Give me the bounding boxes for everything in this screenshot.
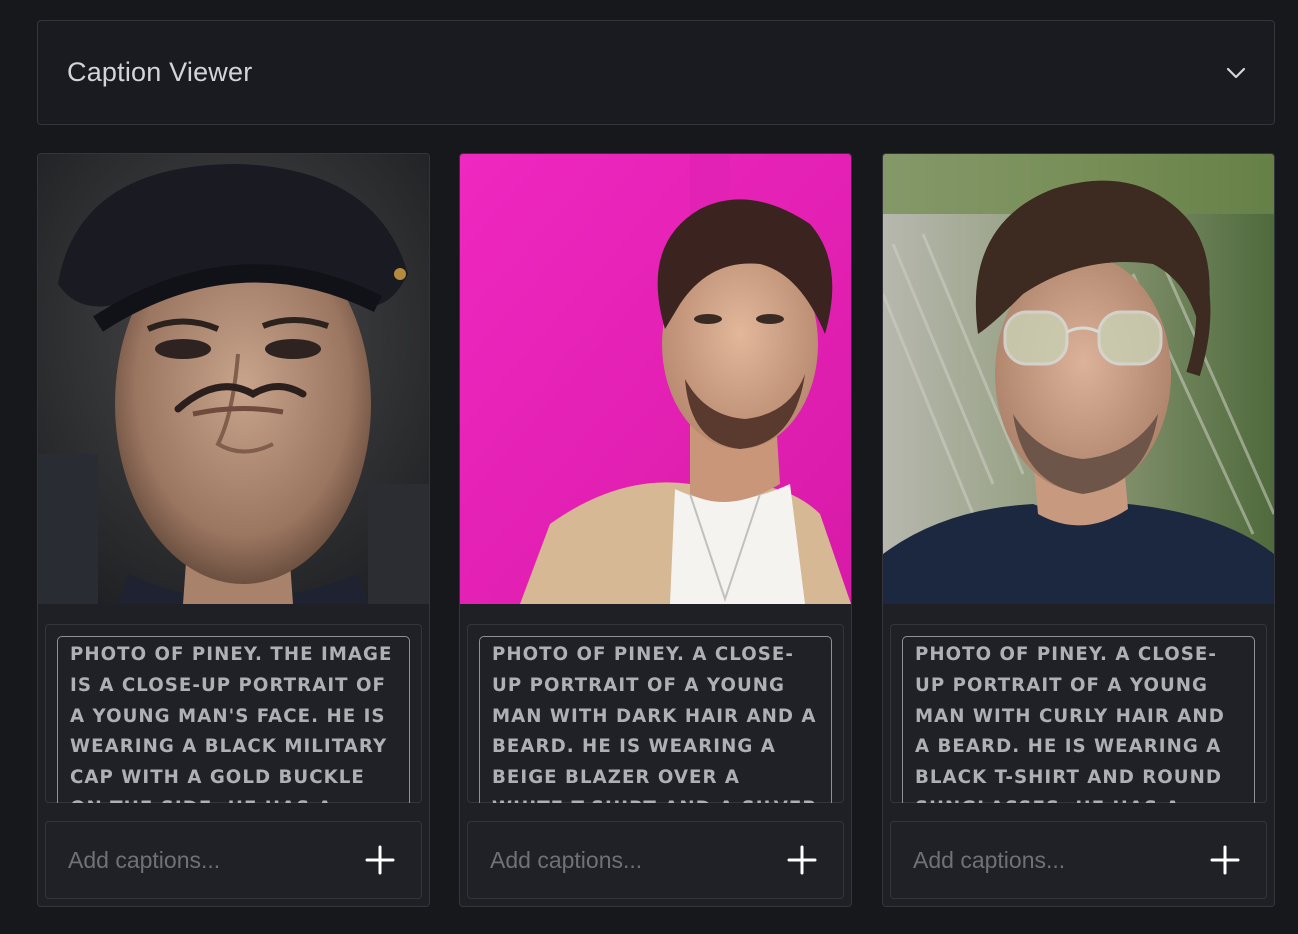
add-caption-input[interactable] — [913, 846, 1173, 874]
add-caption-input[interactable] — [68, 846, 328, 874]
caption-text-area[interactable]: PHOTO OF PINEY. A CLOSE-UP PORTRAIT OF A… — [890, 624, 1267, 803]
caption-card: PHOTO OF PINEY. THE IMAGE IS A CLOSE-UP … — [37, 153, 430, 907]
chevron-down-icon[interactable] — [1226, 63, 1246, 83]
add-caption-row — [467, 821, 844, 899]
caption-text[interactable]: PHOTO OF PINEY. THE IMAGE IS A CLOSE-UP … — [57, 636, 410, 803]
caption-card: PHOTO OF PINEY. A CLOSE-UP PORTRAIT OF A… — [459, 153, 852, 907]
add-caption-row — [890, 821, 1267, 899]
plus-icon[interactable] — [785, 843, 819, 877]
plus-icon[interactable] — [363, 843, 397, 877]
caption-text[interactable]: PHOTO OF PINEY. A CLOSE-UP PORTRAIT OF A… — [902, 636, 1255, 803]
caption-text[interactable]: PHOTO OF PINEY. A CLOSE-UP PORTRAIT OF A… — [479, 636, 832, 803]
accordion-title: Caption Viewer — [67, 57, 253, 87]
caption-text-area[interactable]: PHOTO OF PINEY. A CLOSE-UP PORTRAIT OF A… — [467, 624, 844, 803]
caption-viewer-page: Caption Viewer PHOTO OF PINEY. THE IMAGE… — [0, 0, 1298, 934]
caption-viewer-accordion[interactable]: Caption Viewer — [37, 20, 1275, 125]
add-caption-input[interactable] — [490, 846, 750, 874]
caption-card-grid: PHOTO OF PINEY. THE IMAGE IS A CLOSE-UP … — [37, 153, 1275, 907]
portrait-image[interactable] — [883, 154, 1274, 604]
portrait-image[interactable] — [460, 154, 851, 604]
portrait-image[interactable] — [38, 154, 429, 604]
add-caption-row — [45, 821, 422, 899]
plus-icon[interactable] — [1208, 843, 1242, 877]
caption-card: PHOTO OF PINEY. A CLOSE-UP PORTRAIT OF A… — [882, 153, 1275, 907]
caption-text-area[interactable]: PHOTO OF PINEY. THE IMAGE IS A CLOSE-UP … — [45, 624, 422, 803]
